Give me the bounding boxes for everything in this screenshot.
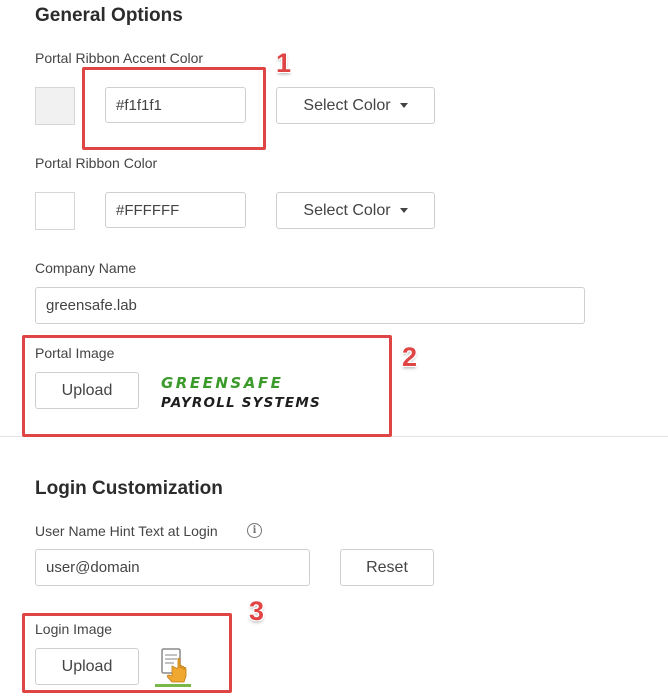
annotation-number-3: 3 <box>249 596 265 626</box>
info-icon[interactable]: i <box>247 523 262 538</box>
ribbon-select-color-button[interactable]: Select Color <box>276 192 435 229</box>
ribbon-color-swatch[interactable] <box>35 192 75 230</box>
annotation-number-2: 2 <box>402 342 418 372</box>
login-customization-heading: Login Customization <box>35 478 223 499</box>
username-hint-label: User Name Hint Text at Login <box>35 523 218 539</box>
accent-select-color-button[interactable]: Select Color <box>276 87 435 124</box>
username-hint-input[interactable] <box>35 549 310 586</box>
company-name-input[interactable] <box>35 287 585 324</box>
accent-color-label: Portal Ribbon Accent Color <box>35 50 204 66</box>
caret-down-icon <box>399 208 408 213</box>
annotation-box-2 <box>22 335 392 437</box>
reset-button[interactable]: Reset <box>340 549 434 586</box>
ribbon-color-input[interactable] <box>105 192 246 228</box>
company-name-label: Company Name <box>35 260 137 276</box>
select-color-label: Select Color <box>303 201 391 219</box>
caret-down-icon <box>399 103 408 108</box>
general-options-heading: General Options <box>35 5 183 26</box>
annotation-box-1 <box>82 67 266 150</box>
ribbon-color-label: Portal Ribbon Color <box>35 155 158 171</box>
select-color-label: Select Color <box>303 96 391 114</box>
annotation-number-1: 1 <box>276 48 292 78</box>
accent-color-swatch[interactable] <box>35 87 75 125</box>
annotation-box-3 <box>22 613 232 693</box>
